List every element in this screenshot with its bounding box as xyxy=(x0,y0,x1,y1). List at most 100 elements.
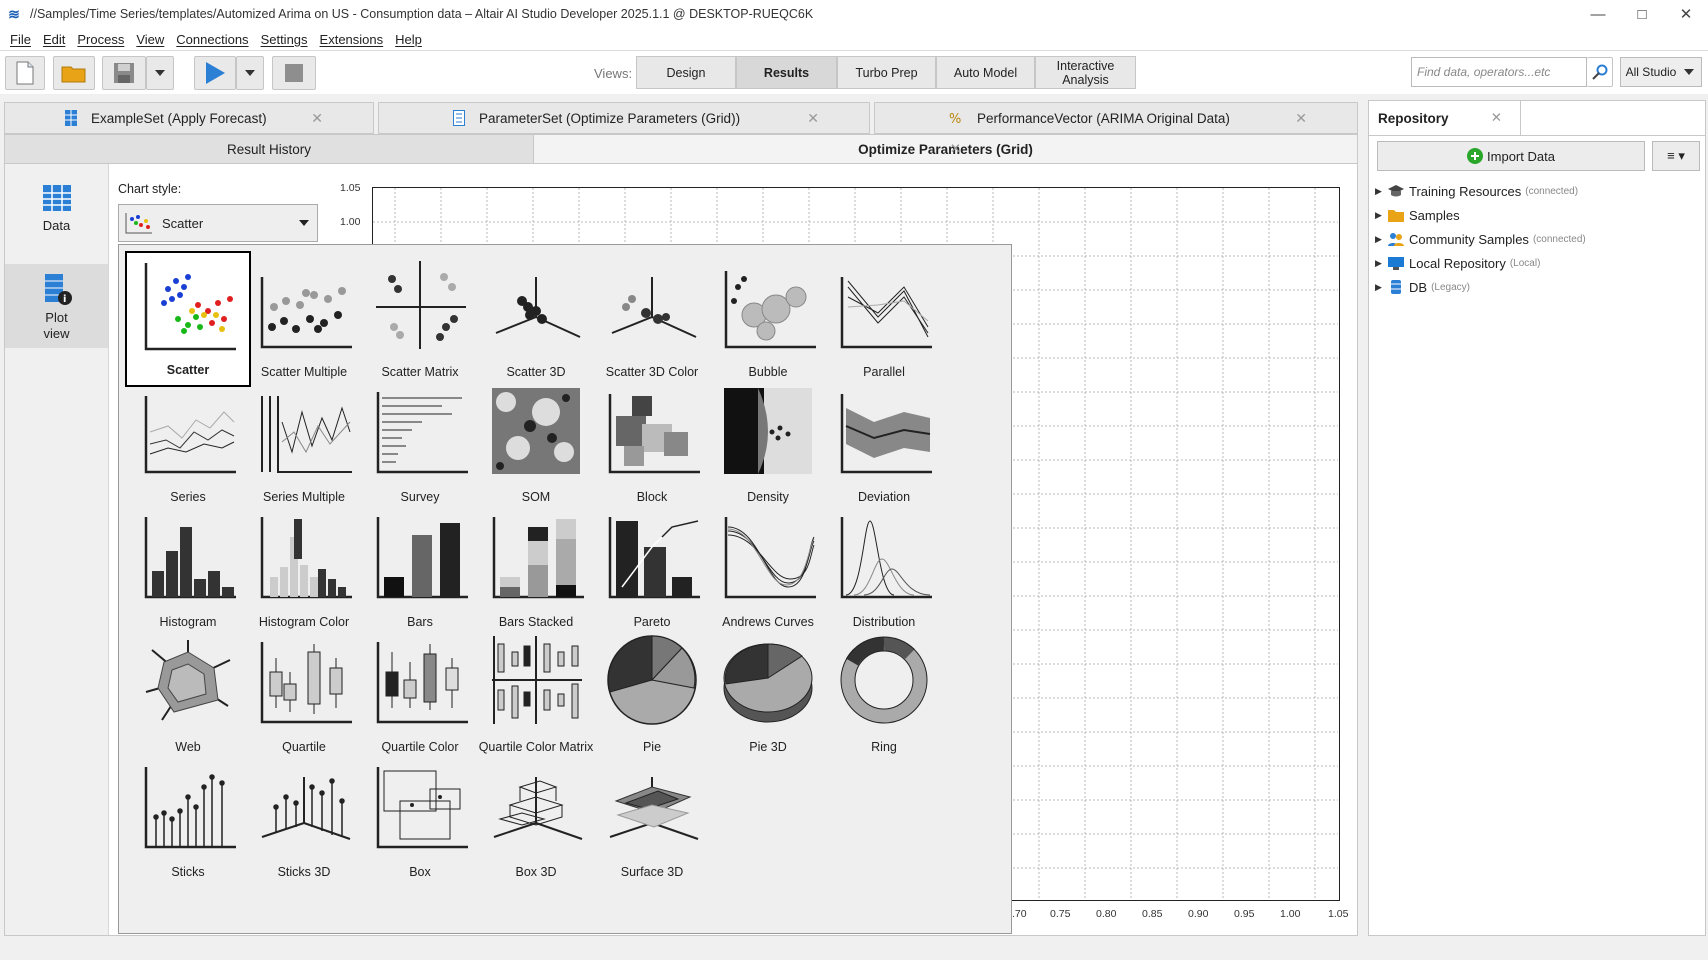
chart-option-quartile-color[interactable]: Quartile Color xyxy=(357,626,483,762)
save-options-dropdown[interactable] xyxy=(146,56,174,90)
chart-option-density[interactable]: Density xyxy=(705,376,831,512)
menu-bar: File Edit Process View Connections Setti… xyxy=(0,28,1708,50)
chart-option-histogram[interactable]: Histogram xyxy=(125,501,251,637)
menu-connections[interactable]: Connections xyxy=(170,32,254,47)
series-icon xyxy=(144,396,236,474)
pareto-icon xyxy=(608,517,700,599)
chart-option-andrews-curves[interactable]: Andrews Curves xyxy=(705,501,831,637)
expand-icon[interactable]: ▶ xyxy=(1375,210,1387,221)
repository-menu-button[interactable]: ≡ ▾ xyxy=(1652,141,1700,171)
chart-option-box[interactable]: Box xyxy=(357,751,483,887)
menu-file[interactable]: File xyxy=(4,32,37,47)
chart-option-sticks[interactable]: Sticks xyxy=(125,751,251,887)
tree-item-db[interactable]: ▶ DB (Legacy) xyxy=(1375,275,1586,299)
close-tab-icon[interactable]: ✕ xyxy=(1491,110,1502,126)
chart-option-series-multiple[interactable]: Series Multiple xyxy=(241,376,367,512)
chart-option-deviation[interactable]: Deviation xyxy=(821,376,947,512)
search-scope-dropdown[interactable]: All Studio xyxy=(1620,57,1702,87)
nav-plot-view[interactable]: i Plot view xyxy=(5,264,108,348)
close-tab-icon[interactable]: ✕ xyxy=(807,110,819,127)
menu-process[interactable]: Process xyxy=(71,32,130,47)
subtab-label: Optimize Parameters (Grid) xyxy=(858,141,1033,157)
expand-icon[interactable]: ▶ xyxy=(1375,186,1387,197)
tree-item-local-repository[interactable]: ▶ Local Repository (Local) xyxy=(1375,251,1586,275)
close-tab-icon[interactable]: ✕ xyxy=(1295,110,1307,127)
global-search-input[interactable]: Find data, operators...etc xyxy=(1411,57,1587,87)
open-process-button[interactable] xyxy=(53,56,95,90)
tree-item-training-resources[interactable]: ▶ Training Resources (connected) xyxy=(1375,179,1586,203)
svg-text:%: % xyxy=(949,112,961,125)
chart-option-quartile-color-matrix[interactable]: Quartile Color Matrix xyxy=(473,626,599,762)
chart-option-block[interactable]: Block xyxy=(589,376,715,512)
expand-icon[interactable]: ▶ xyxy=(1375,234,1387,245)
chart-option-som[interactable]: SOM xyxy=(473,376,599,512)
ring-icon xyxy=(840,636,928,724)
tab-repository[interactable]: Repository ✕ xyxy=(1369,101,1521,135)
chart-option-box-3d[interactable]: Box 3D xyxy=(473,751,599,887)
menu-extensions[interactable]: Extensions xyxy=(314,32,390,47)
tree-item-community-samples[interactable]: ▶ Community Samples (connected) xyxy=(1375,227,1586,251)
chart-option-distribution[interactable]: Distribution xyxy=(821,501,947,637)
view-interactive-analysis-button[interactable]: Interactive Analysis xyxy=(1035,56,1136,89)
survey-icon xyxy=(376,392,468,474)
tab-optimize-parameters[interactable]: Optimize Parameters (Grid) ✕ xyxy=(533,135,1357,163)
chart-style-label: Chart style: xyxy=(118,182,182,196)
scatter-icon xyxy=(144,263,236,351)
tree-item-samples[interactable]: ▶ Samples xyxy=(1375,203,1586,227)
maximize-button[interactable]: □ xyxy=(1620,0,1664,28)
chart-option-bubble[interactable]: Bubble xyxy=(705,251,831,387)
chart-option-ring[interactable]: Ring xyxy=(821,626,947,762)
expand-icon[interactable]: ▶ xyxy=(1375,282,1387,293)
database-icon xyxy=(1391,280,1401,294)
chart-option-sticks-3d[interactable]: Sticks 3D xyxy=(241,751,367,887)
search-button[interactable] xyxy=(1587,57,1613,87)
tab-exampleset[interactable]: ExampleSet (Apply Forecast) ✕ xyxy=(4,102,374,134)
chart-option-pie[interactable]: Pie xyxy=(589,626,715,762)
chart-option-survey[interactable]: Survey xyxy=(357,376,483,512)
menu-help[interactable]: Help xyxy=(389,32,428,47)
chart-option-histogram-color[interactable]: Histogram Color xyxy=(241,501,367,637)
distribution-icon xyxy=(840,517,932,599)
menu-edit[interactable]: Edit xyxy=(37,32,71,47)
status-bar xyxy=(0,940,1708,960)
tab-label: ParameterSet (Optimize Parameters (Grid)… xyxy=(479,110,741,126)
view-design-button[interactable]: Design xyxy=(636,56,736,89)
tab-result-history[interactable]: Result History xyxy=(5,135,533,163)
close-tab-icon[interactable]: ✕ xyxy=(950,141,961,157)
view-results-button[interactable]: Results xyxy=(736,56,837,89)
chart-option-pareto[interactable]: Pareto xyxy=(589,501,715,637)
minimize-button[interactable]: — xyxy=(1576,0,1620,28)
run-options-dropdown[interactable] xyxy=(236,56,264,90)
menu-settings[interactable]: Settings xyxy=(255,32,314,47)
view-auto-model-button[interactable]: Auto Model xyxy=(936,56,1035,89)
expand-icon[interactable]: ▶ xyxy=(1375,258,1387,269)
chart-option-scatter-matrix[interactable]: Scatter Matrix xyxy=(357,251,483,387)
nav-data[interactable]: Data xyxy=(5,184,108,254)
chart-option-scatter-multiple[interactable]: Scatter Multiple xyxy=(241,251,367,387)
chart-option-parallel[interactable]: Parallel xyxy=(821,251,947,387)
chart-option-web[interactable]: Web xyxy=(125,626,251,762)
import-data-label: Import Data xyxy=(1487,148,1555,164)
stop-process-button[interactable] xyxy=(272,56,316,90)
close-window-button[interactable]: ✕ xyxy=(1664,0,1708,28)
new-process-button[interactable] xyxy=(5,56,45,90)
chart-option-scatter-3d-color[interactable]: Scatter 3D Color xyxy=(589,251,715,387)
chart-option-quartile[interactable]: Quartile xyxy=(241,626,367,762)
run-process-button[interactable] xyxy=(194,56,236,90)
chart-option-bars[interactable]: Bars xyxy=(357,501,483,637)
save-process-button[interactable] xyxy=(102,56,146,90)
chart-option-pie-3d[interactable]: Pie 3D xyxy=(705,626,831,762)
tab-performancevector[interactable]: % PerformanceVector (ARIMA Original Data… xyxy=(874,102,1358,134)
chart-option-surface-3d[interactable]: Surface 3D xyxy=(589,751,715,887)
chart-style-dropdown[interactable]: Scatter xyxy=(118,204,318,242)
import-data-button[interactable]: Import Data xyxy=(1377,141,1645,171)
close-tab-icon[interactable]: ✕ xyxy=(311,110,323,127)
chart-option-scatter-3d[interactable]: Scatter 3D xyxy=(473,251,599,387)
chart-option-bars-stacked[interactable]: Bars Stacked xyxy=(473,501,599,637)
tab-parameterset[interactable]: ParameterSet (Optimize Parameters (Grid)… xyxy=(378,102,870,134)
chart-option-series[interactable]: Series xyxy=(125,376,251,512)
chart-option-scatter[interactable]: Scatter xyxy=(125,251,251,387)
view-turbo-prep-button[interactable]: Turbo Prep xyxy=(837,56,936,89)
menu-view[interactable]: View xyxy=(130,32,170,47)
y-tick-label: 1.00 xyxy=(340,216,361,228)
